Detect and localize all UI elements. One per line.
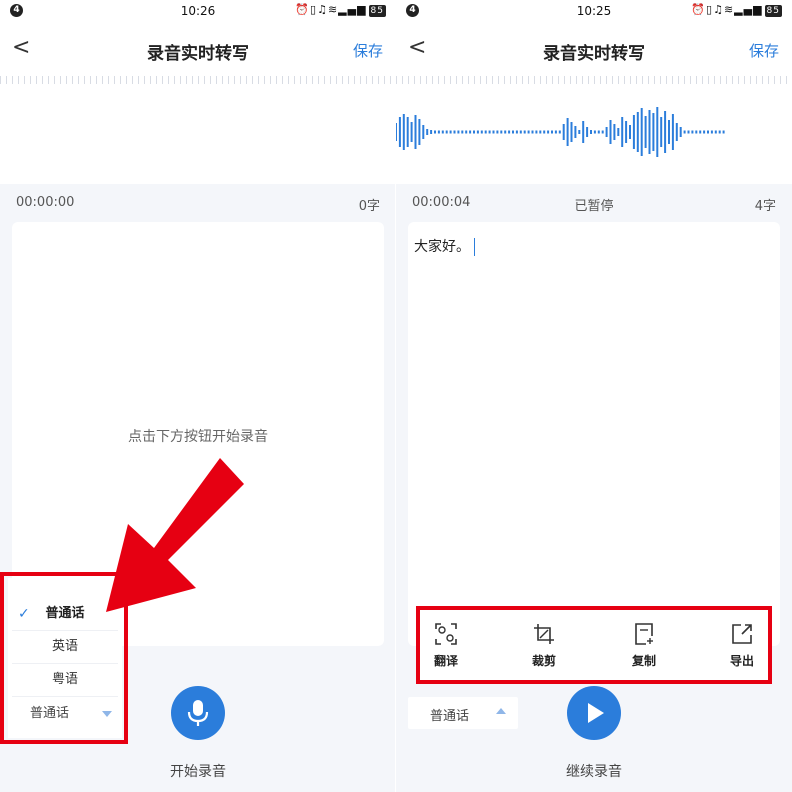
char-count: 0字 — [358, 199, 380, 214]
dropdown-arrow-icon — [496, 708, 506, 714]
waveform-area — [396, 84, 792, 184]
text-cursor — [474, 238, 475, 256]
highlight-box-toolbar — [416, 606, 772, 684]
play-icon — [588, 703, 604, 723]
language-selector[interactable]: 普通话 — [408, 697, 518, 729]
microphone-icon — [187, 700, 209, 726]
signal-icon: ▂▄▆ — [734, 3, 763, 16]
wifi-icon: ≋ — [723, 3, 735, 16]
start-record-button[interactable] — [171, 686, 225, 740]
transcript-text-block[interactable]: 大家好。 — [414, 236, 475, 256]
resume-record-label: 继续录音 — [566, 764, 622, 780]
char-count: 4字 — [754, 199, 776, 214]
time-ruler — [0, 76, 396, 84]
recording-info: 00:00:00 0字 — [0, 184, 396, 222]
status-bar: 4 10:26 ⏰▯♫≋▂▄▆ 85 — [0, 0, 396, 22]
battery-icon: 85 — [764, 5, 782, 17]
page-title: 录音实时转写 — [543, 44, 645, 64]
nav-bar: < 录音实时转写 保存 — [396, 22, 792, 76]
language-selector-label: 普通话 — [430, 709, 470, 724]
status-icons: ⏰▯♫≋▂▄▆ 85 — [295, 3, 386, 17]
headset-icon: ♫ — [713, 3, 724, 16]
waveform-area — [0, 84, 396, 184]
wifi-icon: ≋ — [327, 3, 339, 16]
headset-icon: ♫ — [317, 3, 328, 16]
vibrate-icon: ▯ — [706, 3, 714, 16]
audio-waveform — [396, 107, 725, 157]
alarm-icon: ⏰ — [295, 3, 310, 16]
recording-info: 00:00:04 已暂停 4字 — [396, 184, 792, 222]
save-button[interactable]: 保存 — [353, 40, 383, 61]
elapsed-time: 00:00:00 — [16, 195, 75, 210]
highlight-box-language — [0, 572, 128, 744]
save-button[interactable]: 保存 — [749, 40, 779, 61]
resume-record-button[interactable] — [567, 686, 621, 740]
status-bar: 4 10:25 ⏰▯♫≋▂▄▆ 85 — [396, 0, 792, 22]
status-icons: ⏰▯♫≋▂▄▆ 85 — [691, 3, 782, 17]
signal-icon: ▂▄▆ — [338, 3, 367, 16]
page-title: 录音实时转写 — [147, 44, 249, 64]
battery-icon: 85 — [368, 5, 386, 17]
transcript-text: 大家好。 — [414, 239, 470, 255]
nav-bar: < 录音实时转写 保存 — [0, 22, 396, 76]
alarm-icon: ⏰ — [691, 3, 706, 16]
start-record-label: 开始录音 — [170, 764, 226, 780]
transcript-card: 大家好。 — [408, 222, 780, 646]
start-hint: 点击下方按钮开始录音 — [128, 429, 268, 445]
vibrate-icon: ▯ — [310, 3, 318, 16]
recording-status: 已暂停 — [574, 199, 614, 214]
time-ruler — [396, 76, 792, 84]
